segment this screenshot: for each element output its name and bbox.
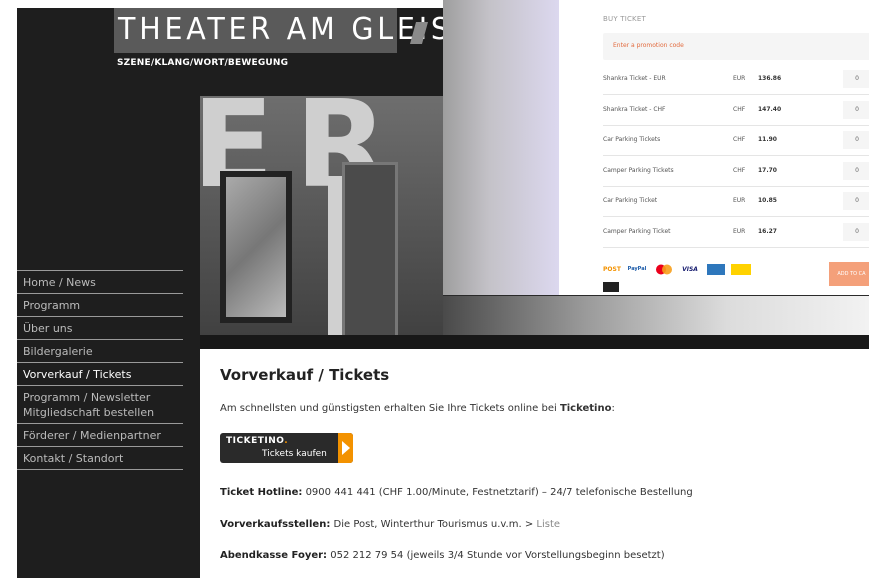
paypal-icon: PayPal <box>627 266 647 272</box>
post-icon: POST <box>603 264 621 275</box>
intro-ticketino: Ticketino <box>559 403 612 414</box>
ticket-currency: CHF <box>733 105 746 113</box>
ticket-popup: BUY TICKET Enter a promotion code Shankr… <box>443 0 869 295</box>
ticket-currency: EUR <box>733 227 746 235</box>
ticket-name: Camper Parking Tickets <box>603 166 674 174</box>
postfinance-icon <box>731 264 751 275</box>
hotline-info: Ticket Hotline: 0900 441 441 (CHF 1.00/M… <box>220 487 693 498</box>
ticket-form: BUY TICKET Enter a promotion code Shankr… <box>559 0 869 295</box>
presale-text: Die Post, Winterthur Tourismus u.v.m. > <box>330 519 537 530</box>
ticket-quantity-input[interactable]: 0 <box>843 131 869 149</box>
ticket-name: Car Parking Tickets <box>603 136 661 143</box>
box-office-info: Abendkasse Foyer: 052 212 79 54 (jeweils… <box>220 550 665 561</box>
ticketino-button[interactable]: TICKETINO. Tickets kaufen <box>220 433 353 463</box>
logo-slash-icon <box>410 22 428 44</box>
nav-item[interactable]: Über uns <box>17 316 183 339</box>
ticket-quantity-input[interactable]: 0 <box>843 70 869 88</box>
ticket-row: Camper Parking Ticket EUR 16.27 0 <box>603 217 869 248</box>
hero-door <box>342 162 398 340</box>
ticket-price: 17.70 <box>758 166 777 174</box>
presale-info: Vorverkaufsstellen: Die Post, Winterthur… <box>220 519 560 530</box>
ticket-price: 136.86 <box>758 75 782 82</box>
promo-placeholder: Enter a promotion code <box>613 42 684 49</box>
ticket-quantity-input[interactable]: 0 <box>843 192 869 210</box>
ticket-quantity-input[interactable]: 0 <box>843 161 869 180</box>
nav-item[interactable]: Home / News <box>17 270 183 293</box>
ticket-row: Car Parking Ticket EUR 10.85 0 <box>603 186 869 217</box>
add-to-cart-button[interactable]: ADD TO CA <box>829 262 869 286</box>
twint-icon <box>603 282 619 292</box>
ticket-price: 10.85 <box>758 197 777 204</box>
nav-item[interactable]: Kontakt / Standort <box>17 446 183 470</box>
ticketino-logo-text: TICKETINO <box>226 436 285 446</box>
hero-sign <box>328 176 342 340</box>
hero-background <box>443 296 869 340</box>
ticket-price: 16.27 <box>758 227 777 235</box>
hotline-label: Ticket Hotline: <box>220 487 303 498</box>
ticket-currency: EUR <box>733 75 746 82</box>
ticketino-button-label: Tickets kaufen <box>262 449 327 459</box>
intro-suffix: : <box>611 403 615 414</box>
visa-icon: VISA <box>682 266 698 273</box>
ticket-price: 147.40 <box>758 105 782 113</box>
ticket-quantity-input[interactable]: 0 <box>843 222 869 241</box>
main-navigation: Home / News Programm Über uns Bildergalerie… <box>17 270 183 470</box>
page-title: Vorverkauf / Tickets <box>220 366 390 384</box>
ticketino-logo: TICKETINO. <box>226 436 289 446</box>
site-tagline: SZENE/KLANG/WORT/BEWEGUNG <box>117 58 289 68</box>
hero-window <box>220 171 292 323</box>
nav-item[interactable]: Programm <box>17 293 183 316</box>
ticket-row: Car Parking Tickets CHF 11.90 0 <box>603 125 869 156</box>
nav-item[interactable]: Förderer / Medienpartner <box>17 423 183 446</box>
box-office-text: 052 212 79 54 (jeweils 3/4 Stunde vor Vo… <box>327 550 665 561</box>
presale-list-link[interactable]: Liste <box>536 519 560 530</box>
ticket-row: Shankra Ticket - CHF CHF 147.40 0 <box>603 95 869 126</box>
ticket-currency: EUR <box>733 197 746 204</box>
box-office-label: Abendkasse Foyer: <box>220 550 328 561</box>
ticket-row: Camper Parking Tickets CHF 17.70 0 <box>603 156 869 187</box>
popup-title: BUY TICKET <box>603 15 646 23</box>
ticket-name: Camper Parking Ticket <box>603 227 671 235</box>
arrow-right-icon <box>338 433 353 463</box>
amex-icon <box>707 264 725 275</box>
intro-text: Am schnellsten und günstigsten erhalten … <box>220 403 615 414</box>
ticket-row: Shankra Ticket - EUR EUR 136.86 0 <box>603 64 869 95</box>
promo-code-input[interactable]: Enter a promotion code <box>603 33 869 60</box>
site-logo[interactable]: THEATER AM GLEIS <box>118 10 449 50</box>
hotline-text: 0900 441 441 (CHF 1.00/Minute, Festnetzt… <box>302 487 693 498</box>
ticket-name: Car Parking Ticket <box>603 197 658 204</box>
nav-item[interactable]: Programm / Newsletter Mitgliedschaft bes… <box>17 385 183 423</box>
ticket-price: 11.90 <box>758 136 777 143</box>
ticket-currency: CHF <box>733 136 746 143</box>
black-strip <box>200 335 869 349</box>
ticket-quantity-input[interactable]: 0 <box>843 100 869 119</box>
intro-prefix: Am schnellsten und günstigsten erhalten … <box>220 403 560 414</box>
nav-item[interactable]: Vorverkauf / Tickets <box>17 362 183 385</box>
ticket-currency: CHF <box>733 166 746 174</box>
mastercard-icon <box>655 264 673 275</box>
nav-item[interactable]: Bildergalerie <box>17 339 183 362</box>
popup-backdrop <box>443 0 559 295</box>
presale-label: Vorverkaufsstellen: <box>220 519 331 530</box>
ticket-name: Shankra Ticket - CHF <box>603 105 666 113</box>
ticket-name: Shankra Ticket - EUR <box>603 75 666 82</box>
